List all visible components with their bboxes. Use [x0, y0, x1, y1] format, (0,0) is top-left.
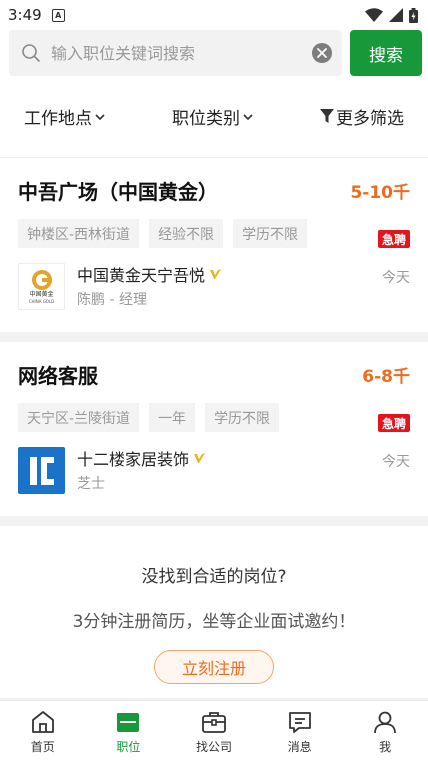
contact-person: 陈鹏 - 经理 — [77, 292, 147, 308]
divider — [0, 332, 428, 342]
search-icon — [22, 44, 40, 62]
company-icon — [202, 712, 226, 733]
job-tag-experience: 经验不限 — [149, 219, 224, 248]
post-time: 今天 — [382, 454, 410, 470]
job-tag-education: 学历不限 — [233, 219, 308, 248]
logo-subtext: CHINA GOLD — [28, 299, 55, 304]
verified-icon — [210, 268, 222, 279]
nav-home[interactable]: 首页 — [0, 701, 86, 760]
status-bar: 3:49 A — [0, 0, 428, 30]
filter-label: 更多筛选 — [336, 109, 404, 129]
nav-label: 首页 — [30, 740, 55, 754]
nav-label: 我 — [379, 740, 392, 754]
divider — [0, 516, 428, 526]
job-title: 网络客服 — [18, 364, 98, 388]
job-tag-education: 学历不限 — [205, 403, 280, 432]
register-button[interactable]: 立刻注册 — [154, 650, 274, 684]
filter-label: 职位类别 — [172, 109, 240, 129]
job-salary: 5-10千 — [350, 183, 410, 203]
post-time: 今天 — [382, 270, 410, 286]
contact-person: 芝士 — [77, 476, 105, 492]
filter-category[interactable]: 职位类别 — [172, 104, 254, 129]
wifi-icon — [365, 8, 383, 22]
company-name: 十二楼家居装饰 — [77, 450, 190, 469]
search-button[interactable]: 搜索 — [350, 30, 422, 76]
chevron-down-icon — [95, 113, 105, 120]
job-card[interactable]: 中吾广场（中国黄金） 5-10千 钟楼区-西林街道 经验不限 学历不限 急聘 中… — [0, 158, 428, 332]
register-subtitle: 3分钟注册简历，坐等企业面试邀约！ — [72, 612, 356, 632]
company-logo — [18, 447, 65, 494]
job-tag-location: 钟楼区-西林街道 — [18, 219, 140, 248]
urgent-badge: 急聘 — [377, 230, 410, 248]
filter-label: 工作地点 — [24, 109, 92, 129]
nav-label: 找公司 — [195, 740, 232, 754]
job-salary: 6-8千 — [362, 367, 410, 387]
nav-me[interactable]: 我 — [342, 701, 428, 760]
urgent-badge: 急聘 — [377, 414, 410, 432]
filter-more[interactable]: 更多筛选 — [320, 104, 404, 129]
chevron-down-icon — [243, 113, 253, 120]
verified-icon — [194, 452, 206, 463]
search-input[interactable] — [51, 43, 312, 63]
job-card[interactable]: 网络客服 6-8千 天宁区-兰陵街道 一年 学历不限 急聘 十二楼家居装饰 芝士… — [0, 342, 428, 516]
logo-text: 中国黄金 — [29, 291, 54, 298]
nav-jobs[interactable]: 职位 — [86, 701, 172, 760]
job-tag-experience: 一年 — [149, 403, 196, 432]
job-title: 中吾广场（中国黄金） — [18, 180, 218, 204]
home-icon — [31, 711, 54, 733]
job-tag-location: 天宁区-兰陵街道 — [18, 403, 140, 432]
clear-icon[interactable] — [312, 43, 332, 63]
register-prompt: 没找到合适的岗位? 3分钟注册简历，坐等企业面试邀约！ 立刻注册 — [0, 526, 428, 698]
job-tags: 钟楼区-西林街道 经验不限 学历不限 — [18, 219, 410, 248]
battery-icon — [409, 7, 418, 23]
register-question: 没找到合适的岗位? — [141, 567, 287, 587]
company-logo: 中国黄金 CHINA GOLD — [18, 263, 65, 310]
nav-label: 消息 — [287, 740, 312, 754]
search-row: 搜索 — [0, 30, 428, 76]
search-box[interactable] — [9, 30, 342, 76]
funnel-icon — [320, 109, 334, 123]
nav-messages[interactable]: 消息 — [257, 701, 343, 760]
company-name: 中国黄金天宁吾悦 — [77, 266, 206, 285]
user-icon — [374, 711, 397, 734]
nav-companies[interactable]: 找公司 — [171, 701, 257, 760]
filter-location[interactable]: 工作地点 — [24, 104, 106, 129]
nav-label: 职位 — [116, 740, 141, 754]
notification-icon: A — [51, 8, 65, 22]
signal-icon — [389, 8, 403, 22]
status-time: 3:49 — [8, 6, 42, 24]
bottom-nav: 首页 职位 找公司 消息 我 — [0, 700, 428, 760]
filter-bar: 工作地点 职位类别 更多筛选 — [0, 76, 428, 158]
message-icon — [288, 712, 311, 733]
job-tags: 天宁区-兰陵街道 一年 学历不限 — [18, 403, 410, 432]
briefcase-icon — [117, 713, 140, 732]
